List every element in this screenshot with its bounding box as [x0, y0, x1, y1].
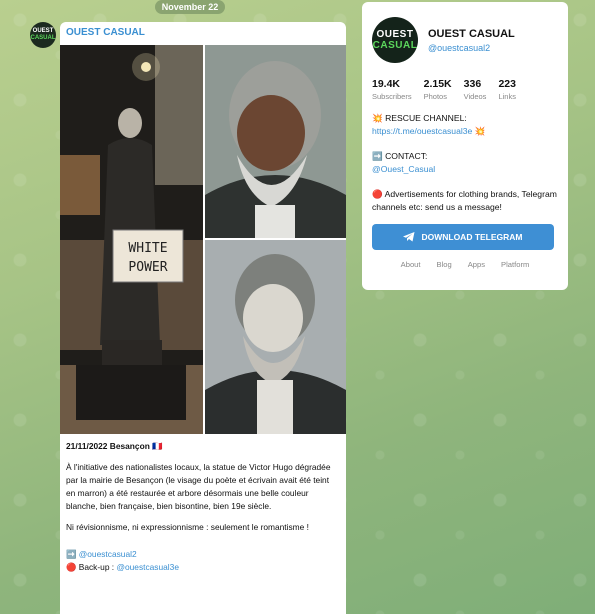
link-2-prefix: 🔴 Back-up :	[66, 562, 117, 572]
stat-label: Subscribers	[372, 92, 412, 101]
stat-number: 19.4K	[372, 78, 401, 90]
rescue-channel-line: 💥 RESCUE CHANNEL: https://t.me/ouestcasu…	[372, 112, 558, 138]
sign-text-line2: POWER	[128, 260, 167, 275]
post-date-line: 21/11/2022 Besançon 🇫🇷	[66, 441, 163, 451]
contact-link[interactable]: @Ouest_Casual	[372, 164, 435, 174]
rescue-channel-link[interactable]: https://t.me/ouestcasual3e	[372, 126, 472, 136]
stat-label: Videos	[463, 92, 487, 101]
stat-subscribers: 19.4K Subscribers	[372, 78, 412, 101]
avatar-text-line1: OUEST	[32, 28, 54, 34]
contact-label: ➡️ CONTACT:	[372, 151, 428, 161]
avatar-big-line1: OUEST	[376, 29, 414, 40]
telegram-plane-icon	[403, 232, 415, 242]
link-1-prefix: ➡️	[66, 549, 79, 559]
message-bubble: OUEST CASUAL WHITE POWER 21/11/2022 Besa…	[60, 22, 346, 614]
footer-links: About Blog Apps Platform	[372, 260, 558, 269]
contact-line: ➡️ CONTACT: @Ouest_Casual	[372, 150, 558, 176]
stat-links[interactable]: 223 Links	[498, 78, 516, 101]
channel-titles: OUEST CASUAL @ouestcasual2	[428, 28, 515, 53]
stat-label: Photos	[423, 92, 447, 101]
post-author[interactable]: OUEST CASUAL	[60, 22, 346, 45]
channel-header: OUEST CASUAL OUEST CASUAL @ouestcasual2	[372, 12, 558, 68]
stat-videos[interactable]: 336 Videos	[464, 78, 487, 101]
stat-number: 336	[463, 78, 482, 90]
channel-avatar-small[interactable]: OUEST CASUAL	[30, 22, 56, 48]
channel-stats: 19.4K Subscribers 2.15K Photos 336 Video…	[372, 78, 558, 101]
photo-statue-face-before[interactable]	[205, 45, 346, 238]
channel-name: OUEST CASUAL	[428, 27, 515, 40]
photo-statue-full[interactable]: WHITE POWER	[60, 45, 203, 434]
channel-description: 💥 RESCUE CHANNEL: https://t.me/ouestcasu…	[372, 112, 558, 214]
avatar-text-line2: CASUAL	[30, 35, 56, 41]
stat-photos[interactable]: 2.15K Photos	[424, 78, 452, 101]
mention-link-ouestcasual2[interactable]: @ouestcasual2	[79, 549, 137, 559]
rescue-suffix: 💥	[472, 126, 486, 136]
channel-info-card: OUEST CASUAL OUEST CASUAL @ouestcasual2 …	[362, 2, 568, 290]
post-paragraph-1: À l'initiative des nationalistes locaux,…	[66, 462, 331, 511]
mention-link-backup[interactable]: @ouestcasual3e	[116, 562, 179, 572]
avatar-big-line2: CASUAL	[372, 40, 418, 51]
sign-text-line1: WHITE	[128, 241, 167, 256]
post-paragraph-2: Ni révisionnisme, ni expressionnisme : s…	[66, 522, 309, 532]
photo-statue-face-after[interactable]	[205, 240, 346, 434]
photo-album: WHITE POWER	[60, 45, 346, 434]
stat-label: Links	[498, 92, 516, 101]
channel-avatar[interactable]: OUEST CASUAL	[372, 17, 418, 63]
footer-link-blog[interactable]: Blog	[437, 260, 452, 269]
stat-number: 223	[498, 78, 516, 90]
download-telegram-button[interactable]: DOWNLOAD TELEGRAM	[372, 224, 554, 250]
rescue-prefix: 💥 RESCUE CHANNEL:	[372, 113, 467, 123]
footer-link-platform[interactable]: Platform	[501, 260, 529, 269]
download-button-label: DOWNLOAD TELEGRAM	[421, 232, 523, 242]
footer-link-apps[interactable]: Apps	[468, 260, 485, 269]
ads-line: 🔴 Advertisements for clothing brands, Te…	[372, 189, 557, 212]
post-caption: 21/11/2022 Besançon 🇫🇷 À l'initiative de…	[60, 434, 346, 580]
stat-number: 2.15K	[423, 78, 452, 90]
date-separator: November 22	[155, 0, 225, 14]
footer-link-about[interactable]: About	[401, 260, 421, 269]
channel-handle[interactable]: @ouestcasual2	[428, 43, 515, 53]
post-link-1-line: ➡️ @ouestcasual2	[66, 548, 340, 561]
post-link-2-line: 🔴 Back-up : @ouestcasual3e	[66, 561, 340, 574]
